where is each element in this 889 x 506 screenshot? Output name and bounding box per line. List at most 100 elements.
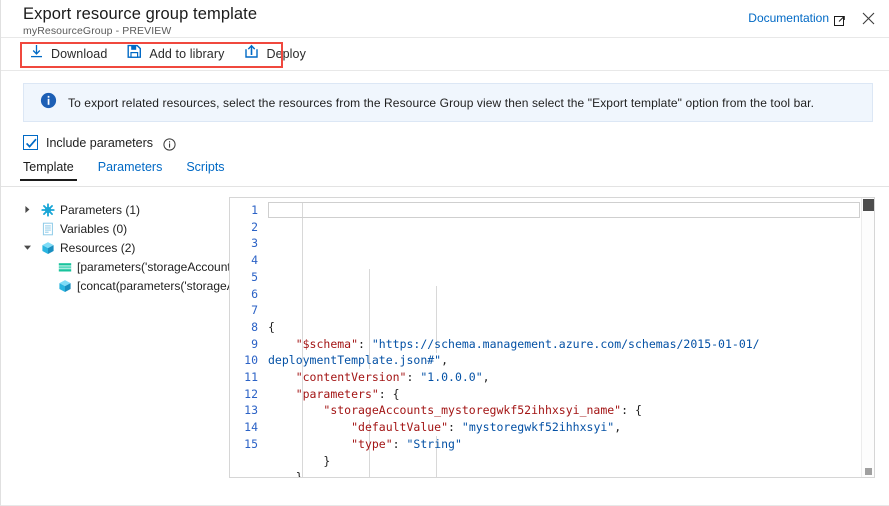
code-token: : [393,437,407,451]
code-token [268,387,296,401]
editor-line[interactable]: } [268,453,874,470]
editor-line[interactable]: }, [268,469,874,477]
chevron-right-icon[interactable] [23,205,39,214]
storage-account-icon [56,260,73,274]
editor-line-number: 4 [230,252,258,269]
blade-header: Export resource group template myResourc… [1,0,889,38]
code-token: : { [621,403,642,417]
download-button[interactable]: Download [27,41,109,67]
editor-line[interactable]: { [268,319,874,336]
editor-line[interactable]: "$schema": "https://schema.management.az… [268,336,874,353]
chevron-down-icon[interactable] [23,243,39,252]
editor-line-number: 13 [230,402,258,419]
code-token [268,370,296,384]
code-token: "1.0.0.0" [420,370,482,384]
editor-line-number: 9 [230,336,258,353]
editor-line-number: 14 [230,419,258,436]
tree-node-variables[interactable]: Variables (0) [23,219,229,238]
code-token: deploymentTemplate.json#" [268,353,441,367]
download-icon [29,44,44,64]
template-tree: Parameters (1) Variables (0) [1,197,229,487]
gear-asterisk-icon [39,203,56,217]
editor-line-number: 1 [230,202,258,219]
info-banner: To export related resources, select the … [23,83,873,122]
scrollbar-thumb[interactable] [863,199,874,211]
editor-line-number: 12 [230,386,258,403]
add-to-library-label: Add to library [149,47,224,61]
editor-line[interactable]: "contentVersion": "1.0.0.0", [268,369,874,386]
include-parameters-label[interactable]: Include parameters [46,136,153,150]
code-token: { [268,320,275,334]
tree-node-storage-account-param[interactable]: [parameters('storageAccounts_... [23,257,229,276]
cube-icon [56,279,73,293]
deploy-label: Deploy [266,47,306,61]
code-token: "contentVersion" [296,370,407,384]
tree-node-label: Parameters (1) [60,203,140,217]
code-token: "parameters" [296,387,379,401]
editor-line-number: 11 [230,369,258,386]
code-token: : [448,420,462,434]
editor-line-number: 6 [230,286,258,303]
tab-strip: Template Parameters Scripts [1,160,889,187]
json-editor[interactable]: 123456789101112131415 { "$schema": "http… [229,197,875,478]
external-link-icon[interactable] [834,14,846,26]
editor-line-number: 7 [230,302,258,319]
code-token: "type" [351,437,393,451]
upload-box-icon [244,44,259,64]
tree-node-concat-resource[interactable]: [concat(parameters('storageAcc... [23,276,229,295]
code-token: } [268,454,330,468]
tree-node-resources[interactable]: Resources (2) [23,238,229,257]
tree-node-label: Resources (2) [60,241,135,255]
editor-line[interactable]: "defaultValue": "mystoregwkf52ihhxsyi", [268,419,874,436]
editor-line[interactable]: "storageAccounts_mystoregwkf52ihhxsyi_na… [268,402,874,419]
code-token: "defaultValue" [351,420,448,434]
code-token: , [483,370,490,384]
code-token [268,403,323,417]
code-token [268,337,296,351]
include-parameters-checkbox[interactable] [23,135,38,150]
editor-line-number: 5 [230,269,258,286]
code-token: , [441,353,448,367]
cube-icon [39,241,56,255]
code-token [268,437,351,451]
editor-vertical-scrollbar[interactable] [861,198,874,477]
info-circle-icon [40,92,57,114]
editor-line[interactable]: deploymentTemplate.json#", [268,352,874,369]
command-bar: Download Add to library [1,38,889,71]
close-icon[interactable] [857,7,879,29]
document-icon [39,222,56,236]
resize-grip-icon[interactable] [865,468,872,475]
editor-line-number: 10 [230,352,258,369]
code-token: "String" [407,437,462,451]
code-token: "https://schema.management.azure.com/sch… [372,337,760,351]
code-token: : [358,337,372,351]
download-label: Download [51,47,107,61]
editor-line-number: 8 [230,319,258,336]
add-to-library-button[interactable]: Add to library [125,41,226,67]
code-token: "mystoregwkf52ihhxsyi" [462,420,614,434]
info-banner-text: To export related resources, select the … [68,96,814,110]
tree-node-parameters[interactable]: Parameters (1) [23,200,229,219]
header-actions: Documentation [748,7,879,29]
tab-template[interactable]: Template [23,160,74,181]
code-token: "storageAccounts_mystoregwkf52ihhxsyi_na… [323,403,621,417]
info-circle-outline-icon[interactable] [163,138,176,151]
tab-parameters[interactable]: Parameters [98,160,163,181]
editor-line[interactable]: "type": "String" [268,436,874,453]
save-floppy-icon [127,44,142,64]
code-token: }, [268,470,310,477]
code-token: "$schema" [296,337,358,351]
deploy-button[interactable]: Deploy [242,41,308,67]
editor-code[interactable]: { "$schema": "https://schema.management.… [264,198,874,477]
tree-node-label: Variables (0) [60,222,127,236]
include-parameters-row: Include parameters [1,122,889,150]
code-token: : { [379,387,400,401]
code-token [268,420,351,434]
tab-scripts[interactable]: Scripts [186,160,224,181]
editor-active-line [268,202,860,218]
editor-line[interactable]: "parameters": { [268,386,874,403]
editor-code-lines: { "$schema": "https://schema.management.… [268,319,874,477]
info-banner-wrap: To export related resources, select the … [1,71,889,122]
blade-body: Parameters (1) Variables (0) [1,197,889,487]
documentation-link[interactable]: Documentation [748,11,829,25]
